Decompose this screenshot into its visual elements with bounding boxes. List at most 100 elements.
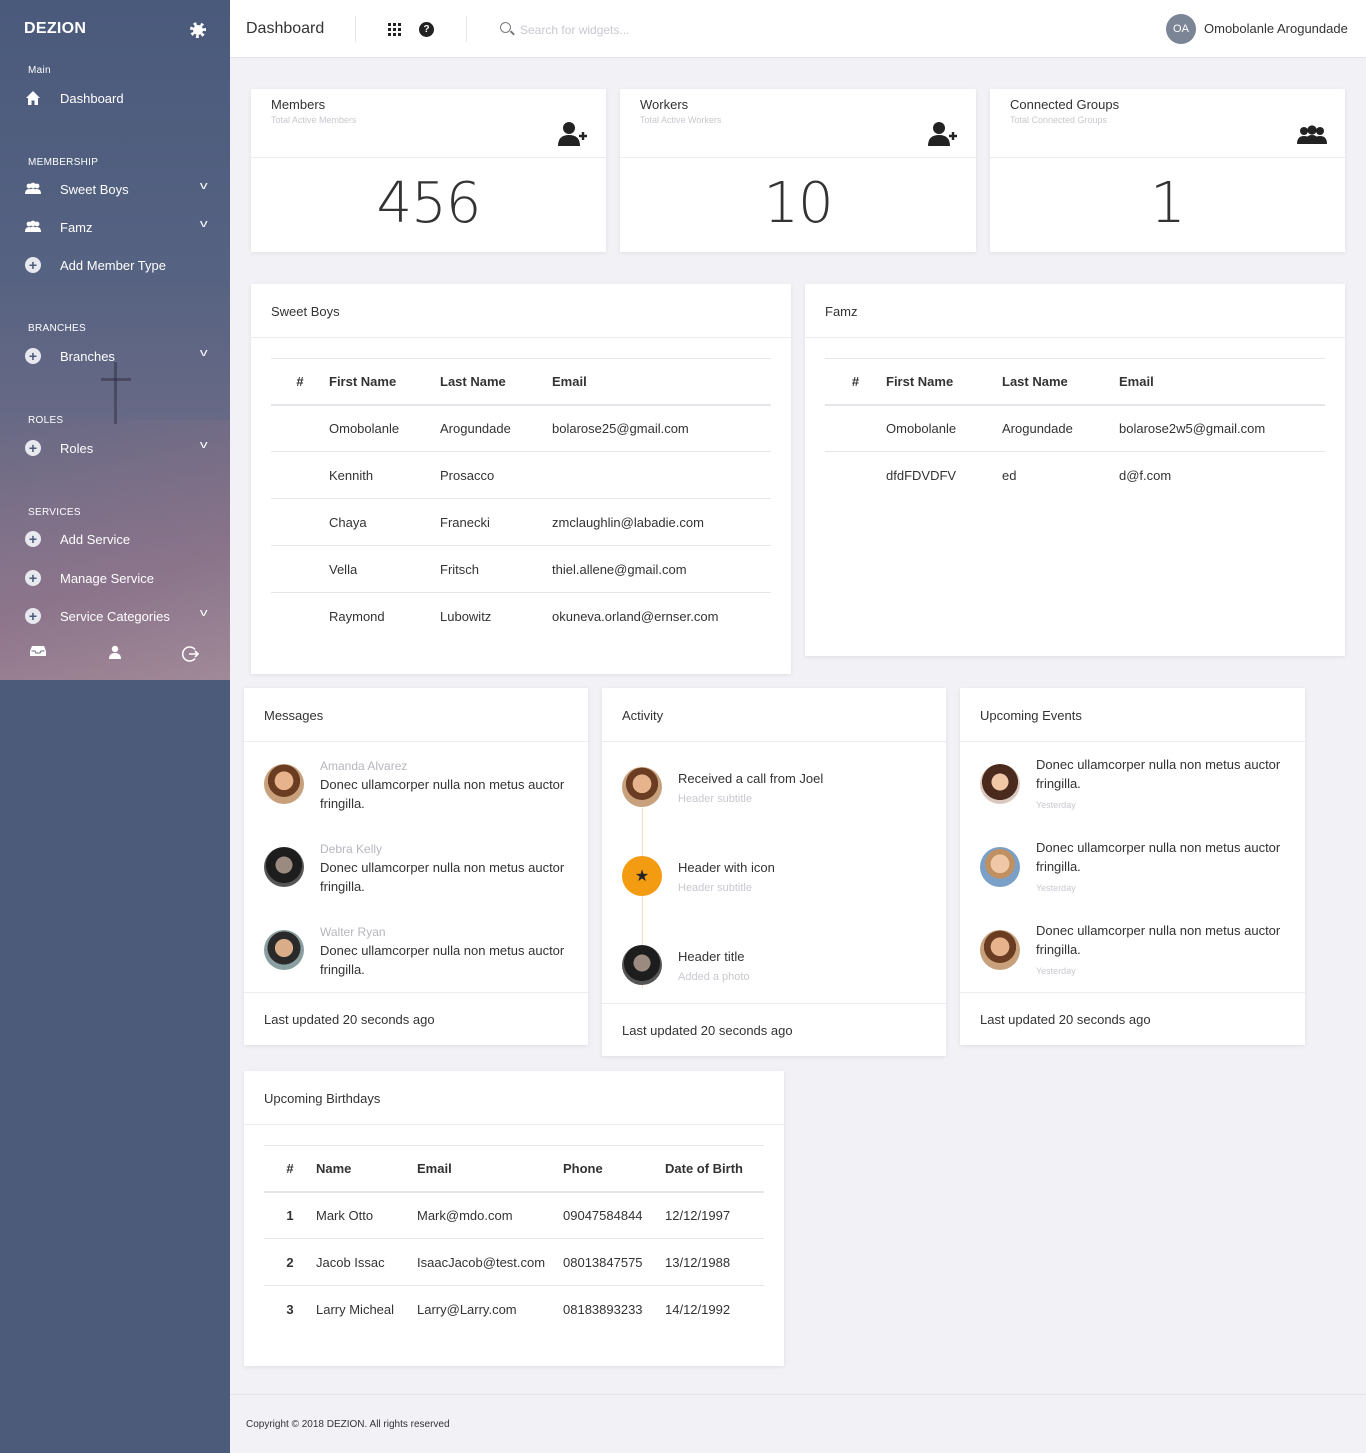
apps-grid-icon[interactable] [388, 23, 401, 36]
settings-icon[interactable] [190, 22, 206, 38]
avatar[interactable] [622, 945, 662, 985]
avatar[interactable] [264, 764, 304, 804]
stat-subtitle: Total Active Members [271, 115, 357, 125]
inbox-icon[interactable] [30, 645, 46, 657]
table-row[interactable]: Raymond Lubowitz okuneva.orland@ernser.com [271, 593, 771, 640]
table-row[interactable]: Chaya Franecki zmclaughlin@labadie.com [271, 498, 771, 546]
cell: Arogundade [440, 404, 552, 452]
event-time: Yesterday [1036, 883, 1076, 893]
cell: thiel.allene@gmail.com [552, 545, 771, 593]
home-icon [24, 89, 42, 107]
column-header: First Name [329, 358, 440, 406]
cell [271, 404, 329, 452]
users-group-icon[interactable] [1297, 125, 1327, 150]
avatar[interactable] [264, 930, 304, 970]
column-header: Date of Birth [665, 1145, 764, 1193]
cell: Mark Otto [316, 1191, 417, 1239]
cross-bar [101, 378, 131, 381]
sidebar-item-sweet-boys[interactable]: Sweet Boys v [24, 177, 210, 201]
sidebar-item-label: Add Service [60, 531, 131, 547]
cell: okuneva.orland@ernser.com [552, 608, 719, 624]
message-sender[interactable]: Walter Ryan [320, 925, 386, 939]
cell: Arogundade [1002, 404, 1119, 452]
avatar[interactable]: OA [1166, 14, 1196, 44]
page-footer: Copyright © 2018 DEZION. All rights rese… [230, 1394, 1366, 1453]
message-sender[interactable]: Debra Kelly [320, 842, 382, 856]
stat-card-members: Members Total Active Members 456 [251, 89, 606, 252]
column-header: # [825, 358, 886, 406]
sidebar-item-service-categories[interactable]: + Service Categories v [24, 604, 210, 628]
stat-value: 10 [763, 171, 833, 236]
table-row[interactable]: 2 Jacob Issac IsaacJacob@test.com 080138475… [264, 1238, 764, 1286]
plus-circle-icon: + [24, 530, 42, 548]
event-time: Yesterday [1036, 966, 1076, 976]
cell [271, 593, 329, 640]
column-header: # [271, 358, 329, 406]
avatar[interactable] [980, 847, 1020, 887]
user-name[interactable]: Omobolanle Arogundade [1204, 21, 1348, 36]
star-icon[interactable]: ★ [622, 856, 662, 896]
cell [552, 451, 771, 499]
table-row[interactable]: dfdFDVDFV ed d@f.com [825, 452, 1325, 499]
avatar[interactable] [264, 847, 304, 887]
sidebar-item-label: Manage Service [60, 570, 154, 586]
column-header: Email [1119, 358, 1325, 406]
column-header: Phone [563, 1145, 665, 1193]
sidebar: DEZION Main Dashboard MEMBERSHIP Sweet B… [0, 0, 230, 1453]
table-row[interactable]: 3 Larry Micheal Larry@Larry.com 08183893233… [264, 1286, 764, 1333]
activity-title: Header with icon [678, 860, 775, 875]
table-row[interactable]: 1 Mark Otto Mark@mdo.com 09047584844 12/12/1… [264, 1191, 764, 1239]
section-membership: MEMBERSHIP [28, 157, 99, 168]
add-user-icon[interactable] [928, 121, 958, 152]
cell: 1 [264, 1191, 316, 1239]
avatar[interactable] [622, 767, 662, 807]
cell [825, 404, 886, 452]
profile-icon[interactable] [108, 645, 122, 659]
page-title: Dashboard [246, 20, 325, 37]
section-services: SERVICES [28, 507, 81, 518]
cell [271, 545, 329, 593]
table-header-row: # First Name Last Name Email [825, 358, 1325, 406]
users-group-icon [24, 180, 42, 198]
cell: Fritsch [440, 545, 552, 593]
sidebar-item-manage-service[interactable]: + Manage Service [24, 566, 210, 590]
famz-card: Famz # First Name Last Name Email Omobol… [805, 284, 1345, 656]
avatar[interactable] [980, 764, 1020, 804]
sidebar-item-famz[interactable]: Famz v [24, 215, 210, 239]
table-row[interactable]: Omobolanle Arogundade bolarose25@gmail.com [271, 404, 771, 452]
divider [244, 992, 588, 993]
search-icon [500, 22, 511, 33]
logout-icon[interactable] [182, 645, 200, 663]
users-group-icon [24, 218, 42, 236]
search-input[interactable] [520, 21, 820, 39]
stat-subtitle: Total Active Workers [640, 115, 722, 125]
cell: 12/12/1997 [665, 1191, 764, 1239]
sidebar-item-roles[interactable]: + Roles v [24, 436, 210, 460]
cell: 14/12/1992 [665, 1301, 731, 1317]
last-updated: Last updated 20 seconds ago [980, 1012, 1151, 1027]
sidebar-item-add-member-type[interactable]: + Add Member Type [24, 253, 210, 277]
divider [805, 337, 1345, 338]
section-main: Main [28, 65, 51, 76]
avatar[interactable] [980, 930, 1020, 970]
brand-logo[interactable]: DEZION [24, 20, 86, 38]
sidebar-item-dashboard[interactable]: Dashboard [24, 86, 210, 110]
chevron-down-icon: v [199, 218, 208, 230]
event-text: Donec ullamcorper nulla non metus auctor… [1036, 757, 1281, 791]
add-user-icon[interactable] [558, 121, 588, 152]
cell: zmclaughlin@labadie.com [552, 498, 771, 546]
table-row[interactable]: Vella Fritsch thiel.allene@gmail.com [271, 545, 771, 593]
message-text: Donec ullamcorper nulla non metus auctor… [320, 943, 565, 977]
chevron-down-icon: v [199, 180, 208, 192]
table-row[interactable]: Kennith Prosacco [271, 451, 771, 499]
cell: bolarose25@gmail.com [552, 404, 771, 452]
table-row[interactable]: Omobolanle Arogundade bolarose2w5@gmail.co… [825, 404, 1325, 452]
table-header-row: # Name Email Phone Date of Birth [264, 1145, 764, 1193]
stat-card-workers: Workers Total Active Workers 10 [620, 89, 976, 252]
sidebar-item-label: Roles [60, 440, 94, 456]
sidebar-item-add-service[interactable]: + Add Service [24, 527, 210, 551]
help-icon[interactable]: ? [419, 22, 434, 37]
event-text: Donec ullamcorper nulla non metus auctor… [1036, 923, 1281, 957]
sidebar-item-branches[interactable]: + Branches v [24, 344, 210, 368]
message-sender[interactable]: Amanda Alvarez [320, 759, 407, 773]
